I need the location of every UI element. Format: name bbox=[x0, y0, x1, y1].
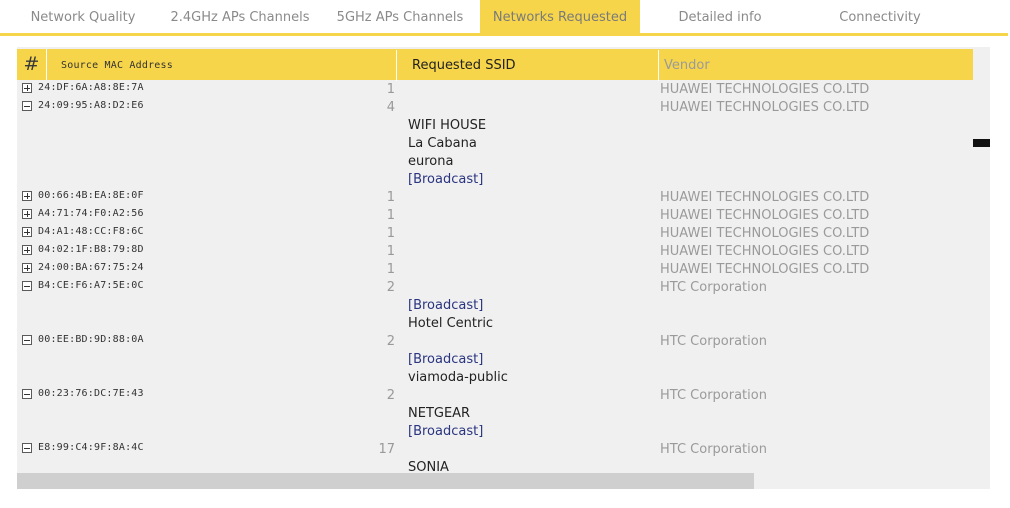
device-row[interactable]: 00:EE:BD:9D:88:0A 2 HTC Corporation bbox=[17, 333, 973, 351]
request-count: 2 bbox=[386, 280, 395, 295]
request-count: 1 bbox=[386, 262, 395, 277]
request-count: 2 bbox=[386, 334, 395, 349]
requested-ssid: Hotel Centric bbox=[408, 316, 494, 331]
mac-address: E8:99:C4:9F:8A:4C bbox=[38, 442, 144, 453]
requested-networks-grid: Source MAC Address # Requested SSID Vend… bbox=[17, 47, 990, 489]
collapse-icon[interactable] bbox=[22, 335, 32, 345]
mac-address: 00:23:76:DC:7E:43 bbox=[38, 388, 144, 399]
mac-address: D4:A1:48:CC:F8:6C bbox=[38, 226, 144, 237]
request-count: 4 bbox=[386, 100, 395, 115]
vendor-name: HTC Corporation bbox=[660, 388, 767, 403]
mac-address: 04:02:1F:B8:79:8D bbox=[38, 244, 144, 255]
expand-icon[interactable] bbox=[22, 263, 32, 273]
vendor-name: HTC Corporation bbox=[660, 280, 767, 295]
vendor-name: HTC Corporation bbox=[660, 334, 767, 349]
ssid-row[interactable]: eurona bbox=[17, 153, 973, 171]
collapse-icon[interactable] bbox=[22, 389, 32, 399]
ssid-row[interactable]: WIFI HOUSE bbox=[17, 117, 973, 135]
expand-icon[interactable] bbox=[22, 209, 32, 219]
ssid-row[interactable]: [Broadcast] bbox=[17, 297, 973, 315]
tab-24ghz-aps-channels[interactable]: 2.4GHz APs Channels bbox=[160, 0, 320, 33]
vendor-name: HUAWEI TECHNOLOGIES CO.LTD bbox=[660, 100, 870, 115]
vertical-scrollbar-thumb[interactable] bbox=[973, 139, 990, 147]
ssid-row[interactable]: [Broadcast] bbox=[17, 423, 973, 441]
requested-ssid: [Broadcast] bbox=[408, 424, 484, 439]
mac-address: 24:09:95:A8:D2:E6 bbox=[38, 100, 144, 111]
vendor-name: HTC Corporation bbox=[660, 442, 767, 457]
horizontal-scrollbar[interactable] bbox=[17, 473, 754, 489]
requested-ssid: [Broadcast] bbox=[408, 352, 484, 367]
device-row[interactable]: 04:02:1F:B8:79:8D 1 HUAWEI TECHNOLOGIES CO… bbox=[17, 243, 973, 261]
requested-ssid: [Broadcast] bbox=[408, 172, 484, 187]
device-row[interactable]: 24:00:BA:67:75:24 1 HUAWEI TECHNOLOGIES CO… bbox=[17, 261, 973, 279]
mac-address: B4:CE:F6:A7:5E:0C bbox=[38, 280, 144, 291]
requested-ssid: WIFI HOUSE bbox=[408, 118, 487, 133]
device-row[interactable]: D4:A1:48:CC:F8:6C 1 HUAWEI TECHNOLOGIES CO… bbox=[17, 225, 973, 243]
device-row[interactable]: 00:23:76:DC:7E:43 2 HTC Corporation bbox=[17, 387, 973, 405]
ssid-row[interactable]: NETGEAR bbox=[17, 405, 973, 423]
mac-address: 00:66:4B:EA:8E:0F bbox=[38, 190, 144, 201]
vendor-name: HUAWEI TECHNOLOGIES CO.LTD bbox=[660, 82, 870, 97]
expand-icon[interactable] bbox=[22, 83, 32, 93]
ssid-row[interactable]: La Cabana bbox=[17, 135, 973, 153]
ssid-row[interactable]: [Broadcast] bbox=[17, 171, 973, 189]
mac-address: 00:EE:BD:9D:88:0A bbox=[38, 334, 144, 345]
vendor-name: HUAWEI TECHNOLOGIES CO.LTD bbox=[660, 208, 870, 223]
request-count: 1 bbox=[386, 208, 395, 223]
networks-requested-window: Network Quality 2.4GHz APs Channels 5GHz… bbox=[0, 0, 1010, 508]
collapse-icon[interactable] bbox=[22, 101, 32, 111]
ssid-row[interactable]: Hotel Centric bbox=[17, 315, 973, 333]
vendor-name: HUAWEI TECHNOLOGIES CO.LTD bbox=[660, 244, 870, 259]
device-row[interactable]: 00:66:4B:EA:8E:0F 1 HUAWEI TECHNOLOGIES CO… bbox=[17, 189, 973, 207]
vendor-name: HUAWEI TECHNOLOGIES CO.LTD bbox=[660, 226, 870, 241]
device-row[interactable]: B4:CE:F6:A7:5E:0C 2 HTC Corporation bbox=[17, 279, 973, 297]
column-header-vendor[interactable]: Vendor bbox=[660, 50, 976, 81]
expand-icon[interactable] bbox=[22, 191, 32, 201]
ssid-row[interactable]: viamoda-public bbox=[17, 369, 973, 387]
request-count: 1 bbox=[386, 226, 395, 241]
grid-header: Source MAC Address # Requested SSID Vend… bbox=[17, 49, 976, 81]
tab-connectivity[interactable]: Connectivity bbox=[800, 0, 960, 33]
requested-ssid: [Broadcast] bbox=[408, 298, 484, 313]
device-row[interactable]: 24:DF:6A:A8:8E:7A 1 HUAWEI TECHNOLOGIES CO… bbox=[17, 81, 973, 99]
tab-5ghz-aps-channels[interactable]: 5GHz APs Channels bbox=[320, 0, 480, 33]
request-count: 17 bbox=[378, 442, 395, 457]
requested-ssid: NETGEAR bbox=[408, 406, 471, 421]
vendor-name: HUAWEI TECHNOLOGIES CO.LTD bbox=[660, 262, 870, 277]
mac-address: 24:DF:6A:A8:8E:7A bbox=[38, 82, 144, 93]
column-header-ssid[interactable]: Requested SSID bbox=[408, 50, 659, 81]
expand-icon[interactable] bbox=[22, 227, 32, 237]
ssid-row[interactable]: [Broadcast] bbox=[17, 351, 973, 369]
tab-bar: Network Quality 2.4GHz APs Channels 5GHz… bbox=[0, 0, 1008, 36]
device-row[interactable]: A4:71:74:F0:A2:56 1 HUAWEI TECHNOLOGIES CO… bbox=[17, 207, 973, 225]
tab-network-quality[interactable]: Network Quality bbox=[0, 0, 160, 33]
requested-ssid: eurona bbox=[408, 154, 454, 169]
vendor-name: HUAWEI TECHNOLOGIES CO.LTD bbox=[660, 190, 870, 205]
mac-address: A4:71:74:F0:A2:56 bbox=[38, 208, 144, 219]
column-header-mac[interactable]: Source MAC Address bbox=[38, 50, 397, 81]
device-row[interactable]: E8:99:C4:9F:8A:4C 17 HTC Corporation bbox=[17, 441, 973, 459]
collapse-icon[interactable] bbox=[22, 443, 32, 453]
device-row[interactable]: 24:09:95:A8:D2:E6 4 HUAWEI TECHNOLOGIES CO… bbox=[17, 99, 973, 117]
expand-icon[interactable] bbox=[22, 245, 32, 255]
request-count: 1 bbox=[386, 82, 395, 97]
requested-ssid: viamoda-public bbox=[408, 370, 508, 385]
grid-rows: 24:DF:6A:A8:8E:7A 1 HUAWEI TECHNOLOGIES CO… bbox=[17, 81, 973, 477]
mac-address: 24:00:BA:67:75:24 bbox=[38, 262, 144, 273]
request-count: 2 bbox=[386, 388, 395, 403]
tab-networks-requested[interactable]: Networks Requested bbox=[480, 0, 640, 33]
requested-ssid: La Cabana bbox=[408, 136, 477, 151]
collapse-icon[interactable] bbox=[22, 281, 32, 291]
request-count: 1 bbox=[386, 190, 395, 205]
tab-detailed-info[interactable]: Detailed info bbox=[640, 0, 800, 33]
request-count: 1 bbox=[386, 244, 395, 259]
